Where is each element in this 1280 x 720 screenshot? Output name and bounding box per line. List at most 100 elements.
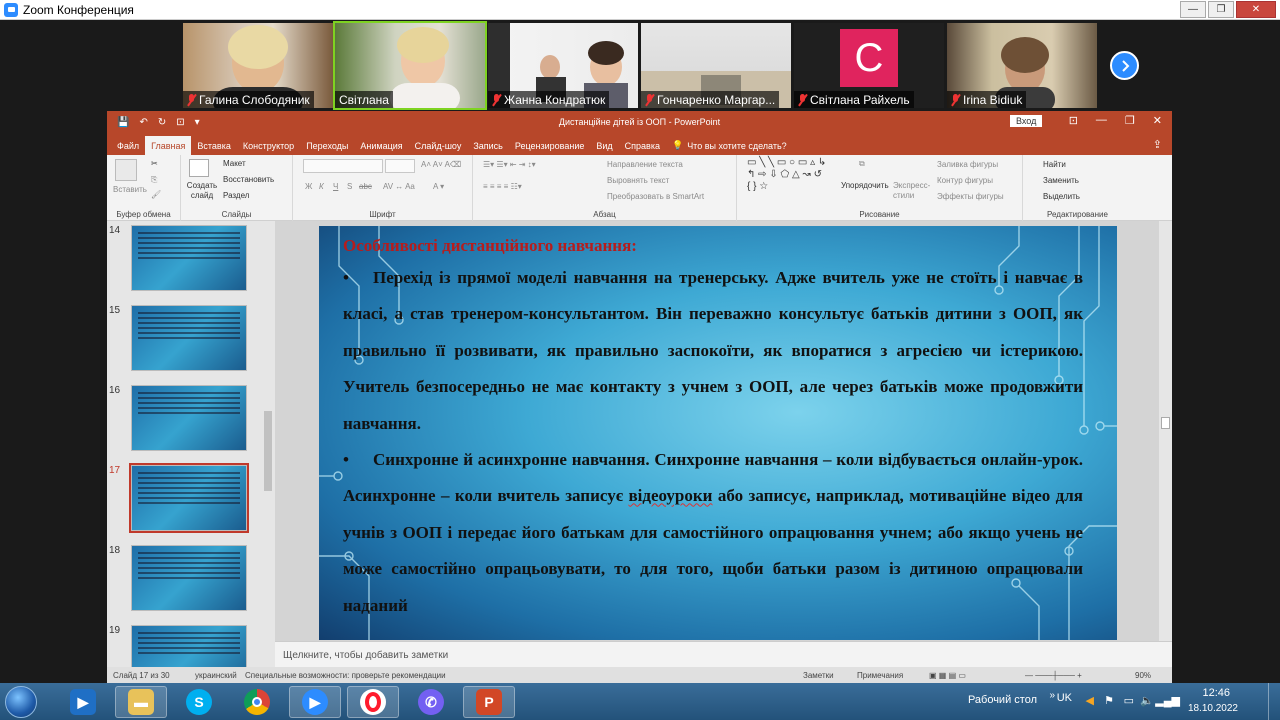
restore-button[interactable]: ❐ — [1208, 1, 1234, 18]
font-family-select[interactable] — [303, 159, 383, 173]
cut-icon[interactable]: ✂ — [151, 159, 158, 168]
slide-thumbnail[interactable] — [131, 385, 247, 451]
restore-button[interactable]: ❐ — [1125, 114, 1135, 127]
tab-view[interactable]: Вид — [590, 136, 618, 155]
save-icon[interactable]: 💾 — [117, 117, 129, 128]
taskbar-powerpoint[interactable]: P — [463, 686, 515, 718]
tab-animations[interactable]: Анимация — [354, 136, 408, 155]
tab-transitions[interactable]: Переходы — [300, 136, 354, 155]
slide-thumbnail[interactable] — [131, 305, 247, 371]
taskbar-skype[interactable]: S — [173, 686, 225, 718]
participant-tile-4[interactable]: C Світлана Райхель — [794, 23, 944, 108]
accessibility-status[interactable]: Специальные возможности: проверьте реком… — [245, 671, 446, 680]
view-buttons[interactable]: ▣ ▦ ▤ ▭ — [929, 671, 966, 680]
bullets-icon[interactable]: ☰▾ ☰▾ ⇤ ⇥ ↕▾ — [483, 160, 536, 169]
show-desktop-button[interactable] — [1268, 683, 1280, 720]
paste-icon[interactable] — [115, 159, 137, 181]
underline-button[interactable]: Ч — [333, 182, 338, 191]
start-button[interactable] — [5, 686, 37, 718]
participant-tile-0[interactable]: Галина Слободяник — [183, 23, 333, 108]
zoom-level[interactable]: 90% — [1135, 671, 1151, 680]
replace-button[interactable]: Заменить — [1043, 176, 1079, 185]
display-icon[interactable]: ▭ — [1124, 694, 1134, 707]
start-slideshow-icon[interactable]: ⊡ — [176, 117, 184, 128]
chevron-up-icon[interactable]: » — [1049, 690, 1055, 701]
tab-slideshow[interactable]: Слайд-шоу — [409, 136, 468, 155]
signin-button[interactable]: Вход — [1010, 115, 1043, 127]
zoom-slider[interactable]: — ───┼─── + — [1025, 671, 1082, 680]
undo-icon[interactable]: ↶ — [139, 117, 147, 128]
tab-review[interactable]: Рецензирование — [509, 136, 591, 155]
tab-record[interactable]: Запись — [467, 136, 509, 155]
find-button[interactable]: Найти — [1043, 160, 1066, 169]
quick-styles-button[interactable]: Экспресс-стили — [893, 181, 930, 201]
scrollbar-thumb[interactable] — [264, 411, 272, 491]
participant-tile-5[interactable]: Irina Bidiuk — [947, 23, 1097, 108]
participant-tile-3[interactable]: Гончаренко Маргар... — [641, 23, 791, 108]
notes-toggle[interactable]: Заметки — [803, 671, 834, 680]
close-button[interactable]: ✕ — [1236, 1, 1276, 18]
close-button[interactable]: ✕ — [1153, 114, 1162, 127]
smartart-button[interactable]: Преобразовать в SmartArt — [607, 192, 704, 201]
tab-help[interactable]: Справка — [619, 136, 666, 155]
slide-scrollbar[interactable] — [1159, 221, 1172, 641]
taskbar-explorer[interactable]: ▬ — [115, 686, 167, 718]
scrollbar-thumb[interactable] — [1161, 417, 1170, 429]
layout-button[interactable]: Макет — [223, 159, 246, 168]
bold-button[interactable]: Ж — [305, 182, 312, 191]
select-button[interactable]: Выделить — [1043, 192, 1080, 201]
comments-toggle[interactable]: Примечания — [857, 671, 903, 680]
new-slide-button[interactable]: Создать слайд — [185, 181, 219, 201]
paste-button[interactable]: Вставить — [113, 185, 147, 194]
taskbar-viber[interactable]: ✆ — [405, 686, 457, 718]
shape-fill-button[interactable]: Заливка фигуры — [937, 160, 998, 169]
taskbar-media-player[interactable]: ▶ — [57, 686, 109, 718]
shape-outline-button[interactable]: Контур фигуры — [937, 176, 993, 185]
slide-thumbnail[interactable] — [131, 545, 247, 611]
alert-icon[interactable]: ◀ — [1086, 694, 1094, 707]
thumbnail-scrollbar[interactable] — [263, 221, 273, 668]
tab-home[interactable]: Главная — [145, 136, 192, 155]
tab-design[interactable]: Конструктор — [237, 136, 300, 155]
language-indicator[interactable]: UK — [1057, 692, 1072, 704]
taskbar-chrome[interactable] — [231, 686, 283, 718]
taskbar-opera[interactable] — [347, 686, 399, 718]
font-color-icon[interactable]: A ▾ — [433, 182, 444, 191]
format-painter-icon[interactable]: 🖌 — [151, 190, 161, 199]
minimize-button[interactable]: — — [1180, 1, 1206, 18]
ribbon-display-icon[interactable]: ⊡ — [1069, 114, 1078, 127]
redo-icon[interactable]: ↻ — [158, 117, 166, 128]
slide-text-box[interactable]: Особливості дистанційного навчання: • Пер… — [343, 236, 1083, 624]
shadow-button[interactable]: S — [347, 182, 352, 191]
copy-icon[interactable]: ⎘ — [151, 175, 157, 185]
next-page-button[interactable] — [1110, 51, 1139, 80]
slide-thumbnail-selected[interactable] — [129, 463, 249, 533]
strikethrough-button[interactable]: abc — [359, 182, 372, 191]
participant-tile-2[interactable]: Жанна Кондратюк — [488, 23, 638, 108]
current-slide[interactable]: Особливості дистанційного навчання: • Пер… — [319, 226, 1117, 640]
clock-date[interactable]: 18.10.2022 — [1188, 703, 1238, 714]
reset-button[interactable]: Восстановить — [223, 175, 274, 184]
share-icon[interactable]: ⇪ — [1153, 138, 1162, 151]
volume-icon[interactable]: 🔈 — [1140, 694, 1154, 707]
section-button[interactable]: Раздел — [223, 191, 249, 200]
text-direction-button[interactable]: Направление текста — [607, 160, 683, 169]
tab-file[interactable]: Файл — [111, 136, 145, 155]
flag-icon[interactable]: ⚑ — [1104, 694, 1114, 707]
arrange-button[interactable]: Упорядочить — [841, 181, 889, 190]
shape-effects-button[interactable]: Эффекты фигуры — [937, 192, 1004, 201]
new-slide-icon[interactable] — [189, 159, 209, 177]
notes-pane[interactable]: Щелкните, чтобы добавить заметки — [275, 641, 1172, 667]
taskbar-zoom[interactable]: ▶ — [289, 686, 341, 718]
align-text-button[interactable]: Выровнять текст — [607, 176, 669, 185]
clock-time[interactable]: 12:46 — [1202, 687, 1230, 699]
italic-button[interactable]: К — [319, 182, 324, 191]
slide-thumbnail[interactable] — [131, 625, 247, 668]
participant-tile-1[interactable]: Світлана — [333, 21, 487, 110]
font-grow-icon[interactable]: A˄ A˅ A⌫ — [421, 160, 461, 169]
slide-thumbnail[interactable] — [131, 225, 247, 291]
desktop-toolbar[interactable]: Рабочий стол — [968, 694, 1037, 706]
tell-me-box[interactable]: 💡 Что вы хотите сделать? — [666, 136, 793, 155]
customize-toolbar-icon[interactable]: ▾ — [195, 117, 200, 128]
shapes-gallery[interactable]: ▭ ╲ ╲ ▭ ○ ▭ ▵ ↳ ↰ ⇨ ⇩ ⬠ △ ↝ ↺ { } ☆ — [747, 157, 827, 193]
